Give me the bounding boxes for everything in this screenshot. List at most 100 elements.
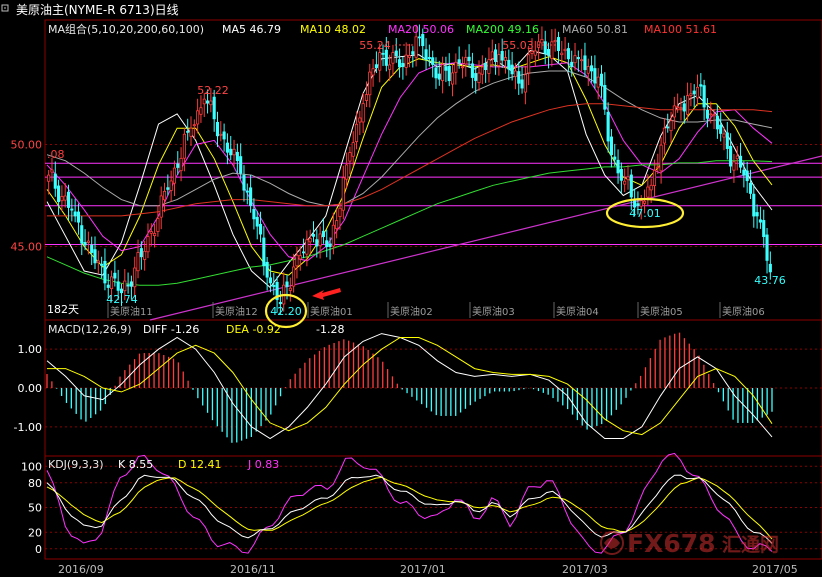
candle-body	[381, 52, 385, 55]
candle-body	[619, 168, 623, 181]
chart-header: 美原油主(NYME-R 6713)日线	[1, 3, 179, 17]
ma-line-ma20	[46, 62, 773, 262]
candle-body	[258, 223, 263, 235]
collapse-icon[interactable]	[1, 4, 9, 12]
left-edge-value: .08	[47, 148, 65, 161]
candle-body	[765, 234, 769, 261]
candle-body	[596, 76, 600, 88]
candle-body	[686, 95, 690, 115]
candle-body	[725, 132, 729, 149]
candle-body	[742, 169, 746, 176]
candle-body	[656, 166, 660, 169]
fx678-logo-icon	[600, 531, 624, 555]
candle-body	[467, 56, 471, 62]
candle-body	[745, 170, 749, 182]
candle-body	[533, 50, 537, 56]
ma-line-ma5	[46, 50, 773, 289]
ma-legend-item: MA组合(5,10,20,200,60,100)	[48, 22, 204, 36]
candle-body	[411, 51, 415, 55]
candle-body	[252, 208, 256, 220]
macd-legend: MACD(12,26,9) DIFF -1.26 DEA -0.92 -1.28	[48, 323, 344, 336]
candle-body	[215, 121, 220, 137]
candle-body	[636, 203, 640, 206]
kdj-legend-item: K 8.55	[118, 458, 153, 471]
candle-body	[477, 72, 481, 84]
candle-body	[192, 124, 196, 127]
candle-body	[186, 130, 190, 133]
candle-body	[507, 59, 511, 70]
x-tick-label: 2017/01	[400, 563, 446, 576]
candle-body	[76, 211, 81, 223]
candle-body	[672, 105, 676, 118]
candle-body	[722, 133, 726, 138]
candle-body	[652, 170, 657, 187]
candle-body	[103, 260, 107, 284]
candle-body	[738, 155, 743, 168]
candles	[47, 24, 772, 314]
candle-body	[268, 277, 273, 284]
candle-body	[457, 59, 461, 64]
candle-body	[748, 182, 753, 194]
candle-body	[106, 284, 110, 288]
candle-body	[348, 152, 352, 162]
contract-label: 美原油01	[310, 305, 353, 318]
candle-body	[758, 219, 762, 223]
watermark: FX678 汇通网	[600, 529, 779, 558]
candle-body	[302, 251, 306, 254]
candle-body	[206, 100, 210, 104]
candle-body	[219, 133, 223, 136]
contract-label: 美原油03	[472, 305, 515, 318]
candle-body	[139, 248, 143, 258]
candle-body	[613, 156, 617, 160]
candle-body	[298, 255, 302, 260]
candle-body	[404, 54, 408, 68]
candle-body	[133, 267, 137, 288]
candle-body	[540, 39, 544, 44]
candle-body	[354, 123, 359, 142]
candle-body	[202, 98, 206, 105]
kdj-tick-label: 50	[28, 502, 42, 515]
candle-body	[553, 39, 557, 43]
candle-body	[209, 100, 213, 106]
ma-line-ma10	[46, 56, 773, 276]
candle-body	[172, 167, 177, 184]
candle-body	[424, 49, 428, 61]
candle-body	[735, 155, 739, 160]
candle-body	[662, 127, 666, 144]
candle-body	[398, 59, 402, 68]
candle-body	[83, 242, 87, 246]
candle-body	[176, 163, 180, 168]
candle-body	[378, 52, 382, 71]
ma-legend-item: MA200 49.16	[466, 23, 539, 36]
candle-body	[328, 243, 332, 247]
candle-body	[500, 50, 504, 61]
candle-body	[60, 196, 64, 202]
candle-body	[573, 55, 577, 64]
candle-body	[345, 164, 349, 180]
candle-body	[126, 284, 130, 287]
candle-body	[527, 54, 531, 74]
watermark-brand-cn: 汇通网	[722, 534, 779, 556]
candle-body	[338, 207, 342, 218]
candle-body	[66, 191, 71, 208]
candle-body	[490, 51, 494, 59]
candle-body	[394, 50, 398, 57]
candle-body	[295, 254, 299, 267]
candle-body	[669, 120, 673, 132]
candle-body	[358, 117, 362, 123]
candle-body	[90, 244, 94, 253]
candle-body	[229, 148, 233, 156]
candle-body	[189, 127, 193, 137]
candle-body	[315, 239, 319, 247]
candle-body	[609, 136, 613, 156]
candle-body	[556, 37, 561, 51]
candle-body	[586, 66, 590, 74]
candle-body	[166, 187, 170, 190]
candle-body	[47, 174, 51, 182]
candle-body	[434, 67, 438, 79]
candle-body	[570, 61, 574, 68]
candle-body	[391, 52, 395, 64]
candle-body	[113, 272, 117, 279]
candle-body	[755, 212, 759, 217]
candle-body	[325, 240, 329, 247]
